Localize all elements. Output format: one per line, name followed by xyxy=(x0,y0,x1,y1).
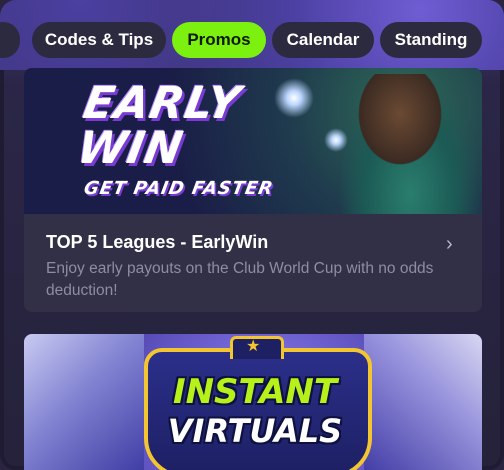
tab-codes-tips[interactable]: Codes & Tips xyxy=(32,22,166,58)
tab-calendar[interactable]: Calendar xyxy=(272,22,374,58)
star-icon: ★ xyxy=(246,338,261,355)
tab-previous-partial[interactable] xyxy=(0,22,20,58)
tab-standing[interactable]: Standing xyxy=(380,22,482,58)
promo-card-earlywin[interactable]: EARLY WIN GET PAID FASTER TOP 5 Leagues … xyxy=(24,68,482,312)
promo-banner-earlywin: EARLY WIN GET PAID FASTER xyxy=(24,68,482,214)
category-tabs: Codes & Tips Promos Calendar Standing xyxy=(0,22,504,60)
promo-description: Enjoy early payouts on the Club World Cu… xyxy=(46,260,434,299)
player-figure-left-image xyxy=(24,334,144,470)
earlywin-logo: EARLY WIN GET PAID FASTER xyxy=(74,78,322,200)
banner-line-early: EARLY xyxy=(79,78,245,129)
promo-card-instant-virtuals[interactable]: ★ INSTANT VIRTUALS xyxy=(24,334,482,470)
banner-line-get-paid-faster: GET PAID FASTER xyxy=(82,178,276,199)
banner-line-win: WIN xyxy=(73,123,188,174)
goalkeeper-glove-image xyxy=(364,334,482,470)
tab-promos[interactable]: Promos xyxy=(172,22,266,58)
app-frame: Codes & Tips Promos Calendar Standing EA… xyxy=(0,0,504,470)
chevron-right-icon[interactable]: › xyxy=(446,234,466,254)
football-player-image xyxy=(340,74,482,214)
banner-line-virtuals: VIRTUALS xyxy=(167,412,343,450)
promo-title: TOP 5 Leagues - EarlyWin xyxy=(46,232,269,252)
banner-line-instant: INSTANT xyxy=(172,372,338,412)
